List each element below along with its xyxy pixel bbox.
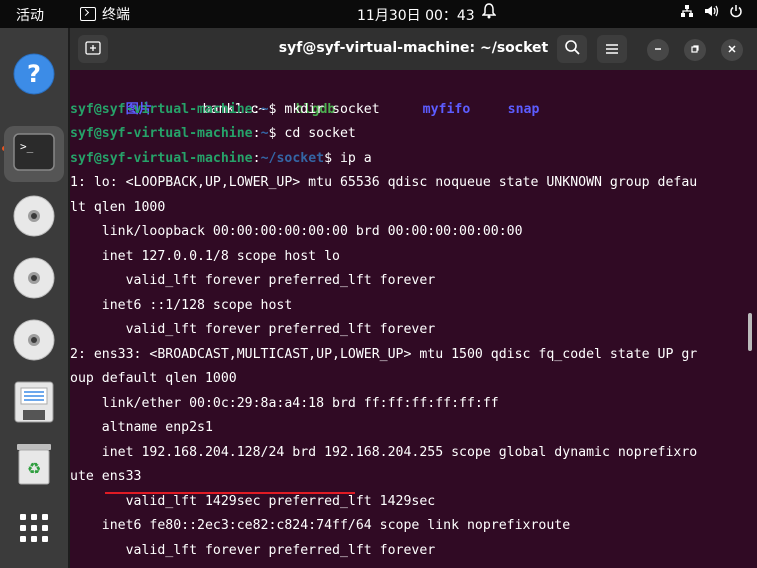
prompt-command: $ ip a [324, 151, 372, 166]
output-line: link/ether 00:0c:29:8a:a4:18 brd ff:ff:f… [70, 396, 499, 411]
output-line: valid_lft forever preferred_lft forever [70, 322, 436, 337]
prompt-path: ~/socket [260, 151, 325, 166]
top-bar: 活动 终端 11月30日 00：43 [0, 0, 757, 28]
output-line: inet 192.168.204.128/24 brd 192.168.204.… [70, 445, 698, 460]
disc-icon [12, 194, 56, 242]
disc-icon [12, 256, 56, 304]
terminal-window: syf@syf-virtual-machine: ~/socket 图片 ban… [70, 28, 757, 568]
help-icon: ? [12, 52, 56, 100]
output-line: link/loopback 00:00:00:00:00:00 brd 00:0… [70, 224, 523, 239]
trash-icon: ♻ [15, 442, 53, 490]
ls-entry: snap [507, 102, 540, 117]
highlight-underline [105, 492, 355, 494]
dock: ? >_ ♻ [0, 28, 68, 568]
prompt-command: $ cd socket [268, 126, 356, 141]
floppy-icon [13, 380, 55, 428]
menu-button[interactable] [597, 35, 627, 63]
svg-text:>_: >_ [20, 140, 34, 153]
network-icon [680, 4, 694, 22]
scrollbar[interactable] [748, 313, 752, 351]
prompt-user: syf@syf-virtual-machine [70, 151, 253, 166]
output-line: altname enp2s1 [70, 420, 213, 435]
system-tray[interactable] [680, 4, 743, 22]
search-icon [564, 39, 580, 59]
maximize-button[interactable] [684, 39, 706, 61]
app-grid-icon [18, 512, 50, 548]
ls-row: 图片 [78, 74, 152, 117]
window-header: syf@syf-virtual-machine: ~/socket [70, 28, 757, 70]
close-button[interactable] [721, 39, 743, 61]
output-line: inet 127.0.0.1/8 scope host lo [70, 249, 340, 264]
prompt-user: syf@syf-virtual-machine [70, 102, 253, 117]
volume-icon [704, 4, 719, 22]
output-line: valid_lft forever preferred_lft forever [70, 273, 436, 288]
prompt-line: syf@syf-virtual-machine:~/socket$ ip a [70, 151, 372, 166]
ls-row: hlgdb [248, 74, 336, 117]
prompt-user: syf@syf-virtual-machine [70, 126, 253, 141]
svg-text:?: ? [27, 60, 41, 88]
activities-button[interactable]: 活动 [16, 5, 44, 25]
disc-icon [12, 318, 56, 366]
output-line: inet6 fe80::2ec3:ce82:c824:74ff/64 scope… [70, 518, 571, 533]
output-line: oup default qlen 1000 [70, 371, 237, 386]
dock-save[interactable] [4, 376, 64, 432]
search-button[interactable] [557, 35, 587, 63]
minimize-icon [653, 44, 663, 57]
output-line: ute ens33 [70, 469, 142, 484]
dock-app-grid[interactable] [4, 502, 64, 558]
dock-help[interactable]: ? [4, 48, 64, 104]
prompt-line: syf@syf-virtual-machine:~$ mkdir socket [70, 102, 380, 117]
output-line: 1: lo: <LOOPBACK,UP,LOWER_UP> mtu 65536 … [70, 175, 698, 190]
minimize-button[interactable] [647, 39, 669, 61]
ls-row: myfifo [375, 74, 471, 117]
power-icon [729, 4, 743, 22]
output-line: valid_lft forever preferred_lft forever [70, 543, 436, 558]
close-icon [727, 44, 737, 57]
output-line: inet6 ::1/128 scope host [70, 298, 293, 313]
terminal-mini-icon [80, 7, 96, 21]
hamburger-menu-icon [605, 40, 619, 59]
ls-row: snap [460, 74, 540, 117]
dock-disc-2[interactable] [4, 252, 64, 308]
prompt-line: syf@syf-virtual-machine:~$ cd socket [70, 126, 356, 141]
dock-disc-3[interactable] [4, 314, 64, 370]
terminal-icon: >_ [12, 132, 56, 176]
prompt-path: ~ [260, 102, 269, 117]
clock[interactable]: 11月30日 00：43 [357, 5, 475, 25]
dock-trash[interactable]: ♻ [4, 438, 64, 494]
output-line: 2: ens33: <BROADCAST,MULTICAST,UP,LOWER_… [70, 347, 698, 362]
maximize-icon [690, 44, 700, 57]
prompt-command: $ mkdir socket [268, 102, 380, 117]
app-name: 终端 [102, 7, 130, 23]
dock-terminal[interactable]: >_ [4, 126, 64, 182]
dock-disc-1[interactable] [4, 190, 64, 246]
app-menu[interactable]: 终端 [80, 4, 130, 24]
svg-text:♻: ♻ [27, 459, 41, 478]
output-line: lt qlen 1000 [70, 200, 166, 215]
notification-bell-icon[interactable] [481, 3, 497, 23]
prompt-path: ~ [260, 126, 269, 141]
